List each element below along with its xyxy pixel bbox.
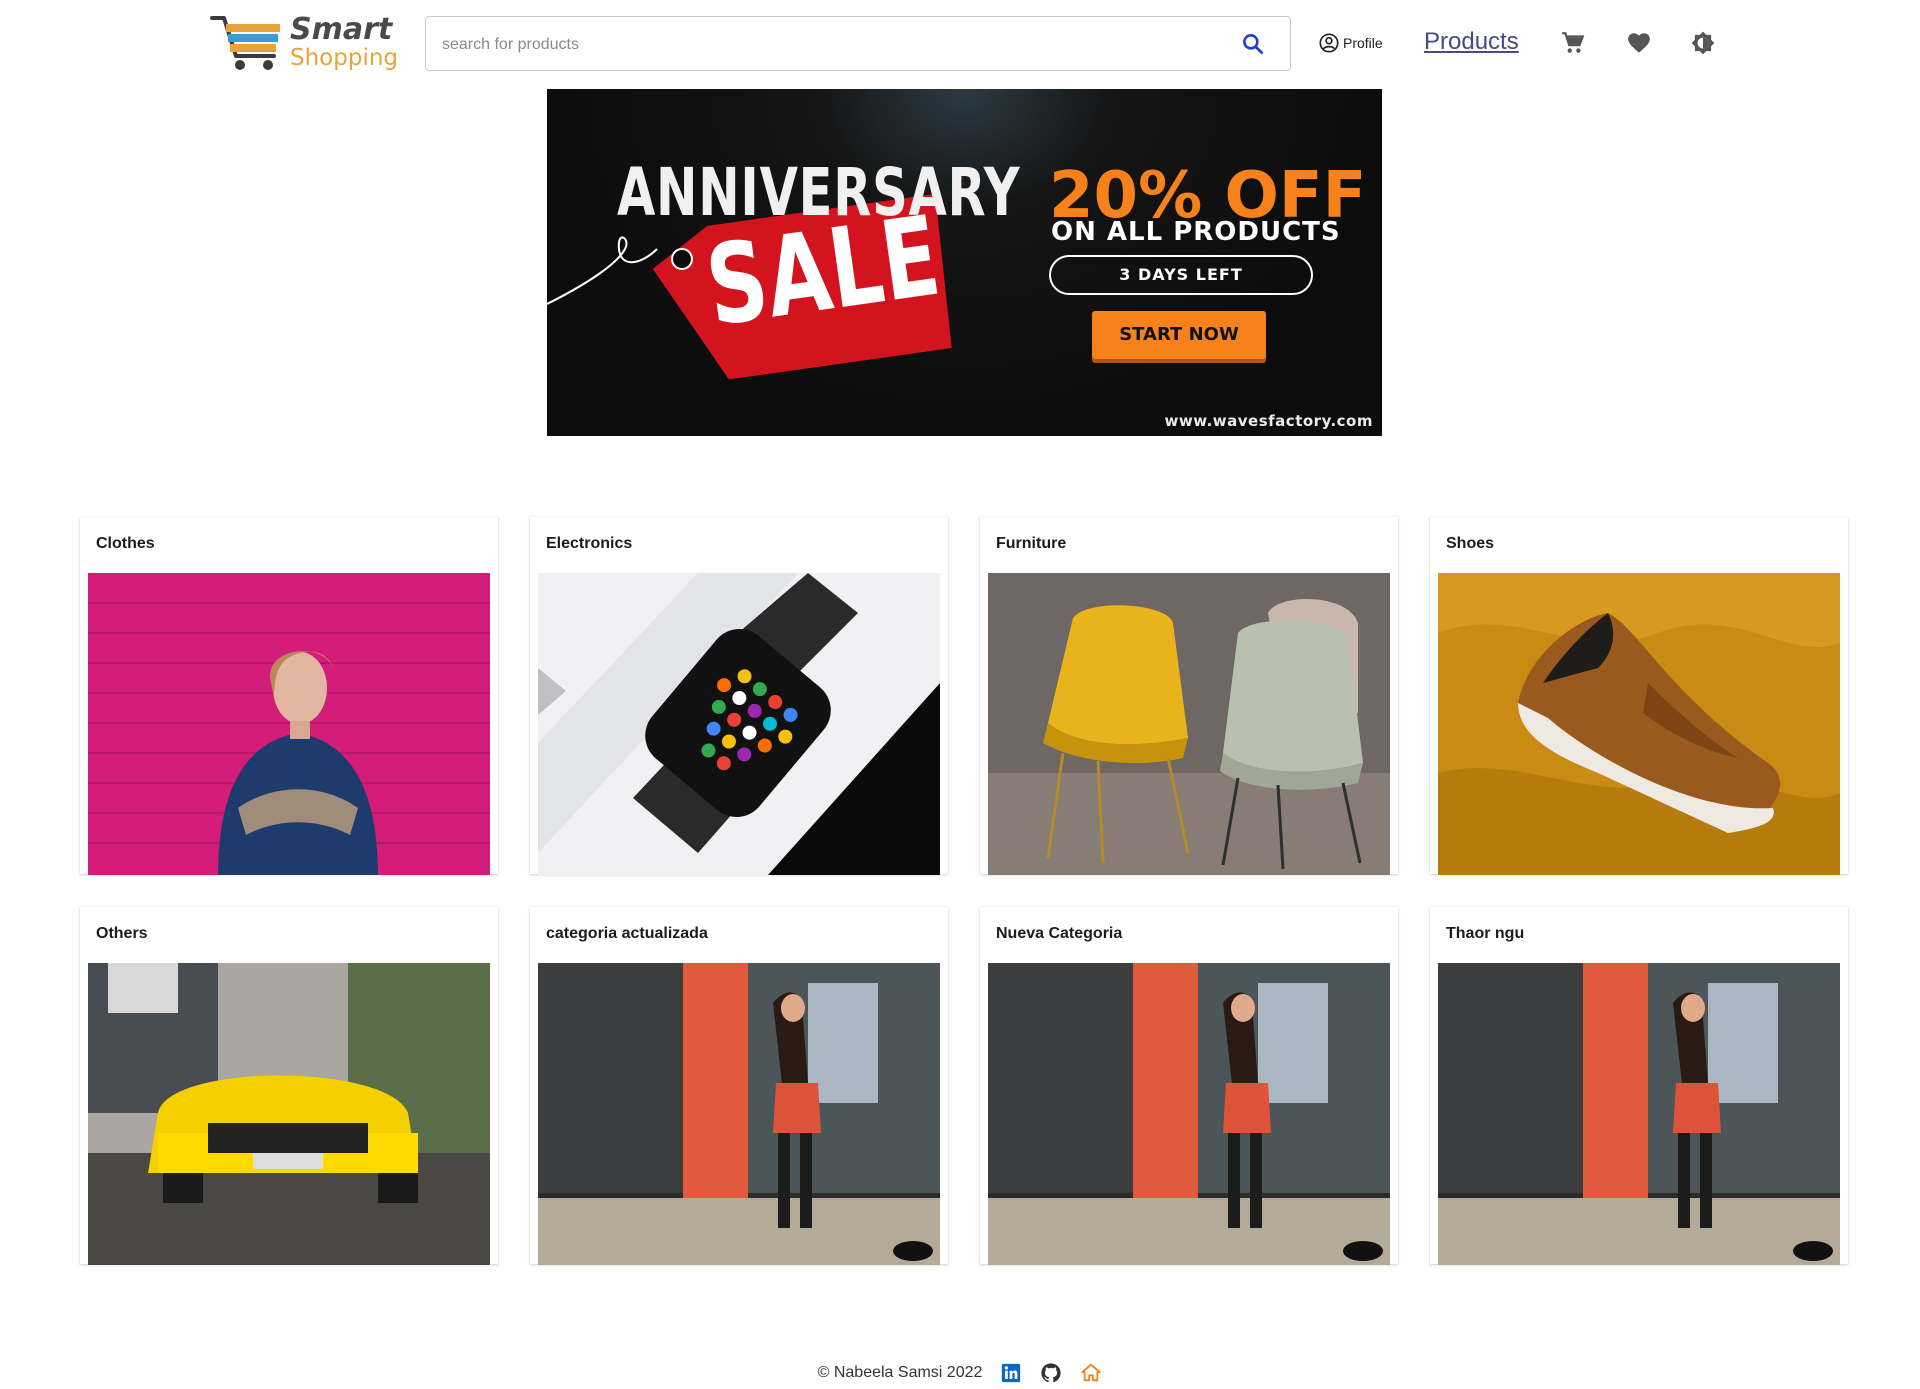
category-card-shoes[interactable]: Shoes — [1430, 517, 1848, 875]
electronics-photo — [538, 573, 940, 875]
category-image-nueva-categoria — [988, 963, 1390, 1265]
category-card-others[interactable]: Others — [80, 907, 498, 1265]
category-title: Furniture — [996, 535, 1067, 552]
storefront-photo — [538, 963, 940, 1265]
category-title: Clothes — [96, 535, 155, 552]
category-title: Nueva Categoria — [996, 925, 1123, 942]
github-icon[interactable] — [1040, 1362, 1062, 1384]
category-image-others — [88, 963, 490, 1265]
shopping-cart-logo-icon — [210, 16, 280, 70]
category-title: Others — [96, 925, 148, 942]
brightness-icon[interactable] — [1690, 30, 1716, 56]
category-image-categoria-actualizada — [538, 963, 940, 1265]
category-image-clothes — [88, 573, 490, 875]
category-card-thaor-ngu[interactable]: Thaor ngu — [1430, 907, 1848, 1265]
site-footer: © Nabeela Samsi 2022 — [0, 1362, 1920, 1384]
profile-link[interactable]: Profile — [1318, 32, 1383, 54]
category-card-nueva-categoria[interactable]: Nueva Categoria — [980, 907, 1398, 1265]
banner-offer-sub: ON ALL PRODUCTS — [1051, 217, 1341, 247]
search-input[interactable] — [440, 17, 1224, 72]
category-image-thaor-ngu — [1438, 963, 1840, 1265]
banner-days-left: 3 DAYS LEFT — [1049, 255, 1313, 295]
category-image-electronics — [538, 573, 940, 875]
home-icon[interactable] — [1080, 1362, 1102, 1384]
category-card-clothes[interactable]: Clothes — [80, 517, 498, 875]
shoes-photo — [1438, 573, 1840, 875]
storefront-photo — [1438, 963, 1840, 1265]
category-image-furniture — [988, 573, 1390, 875]
site-header: Smart Shopping Profile Products — [0, 0, 1920, 88]
category-title: Shoes — [1446, 535, 1495, 552]
category-card-categoria-actualizada[interactable]: categoria actualizada — [530, 907, 948, 1265]
category-title: categoria actualizada — [546, 925, 708, 942]
category-card-electronics[interactable]: Electronics — [530, 517, 948, 875]
cart-icon[interactable] — [1560, 30, 1586, 56]
furniture-photo — [988, 573, 1390, 875]
category-title: Thaor ngu — [1446, 925, 1525, 942]
logo-line1: Smart — [290, 12, 393, 47]
linkedin-icon[interactable] — [1000, 1362, 1022, 1384]
products-link[interactable]: Products — [1424, 28, 1519, 56]
clothes-photo — [88, 573, 490, 875]
category-title: Electronics — [546, 535, 633, 552]
logo-line2: Shopping — [290, 45, 399, 71]
promo-banner[interactable]: ANNIVERSARY SALE 20% OFF ON ALL PRODUCTS… — [547, 89, 1382, 436]
search-icon[interactable] — [1240, 31, 1266, 57]
site-logo[interactable]: Smart Shopping — [208, 10, 408, 75]
profile-label: Profile — [1343, 35, 1383, 51]
heart-icon[interactable] — [1626, 30, 1652, 56]
storefront-photo — [988, 963, 1390, 1265]
account-circle-icon — [1319, 33, 1339, 53]
others-photo — [88, 963, 490, 1265]
banner-url: www.wavesfactory.com — [1164, 412, 1373, 430]
start-now-button[interactable]: START NOW — [1092, 311, 1266, 359]
category-card-furniture[interactable]: Furniture — [980, 517, 1398, 875]
category-image-shoes — [1438, 573, 1840, 875]
copyright-text: © Nabeela Samsi 2022 — [817, 1364, 983, 1381]
search-box — [425, 16, 1291, 72]
